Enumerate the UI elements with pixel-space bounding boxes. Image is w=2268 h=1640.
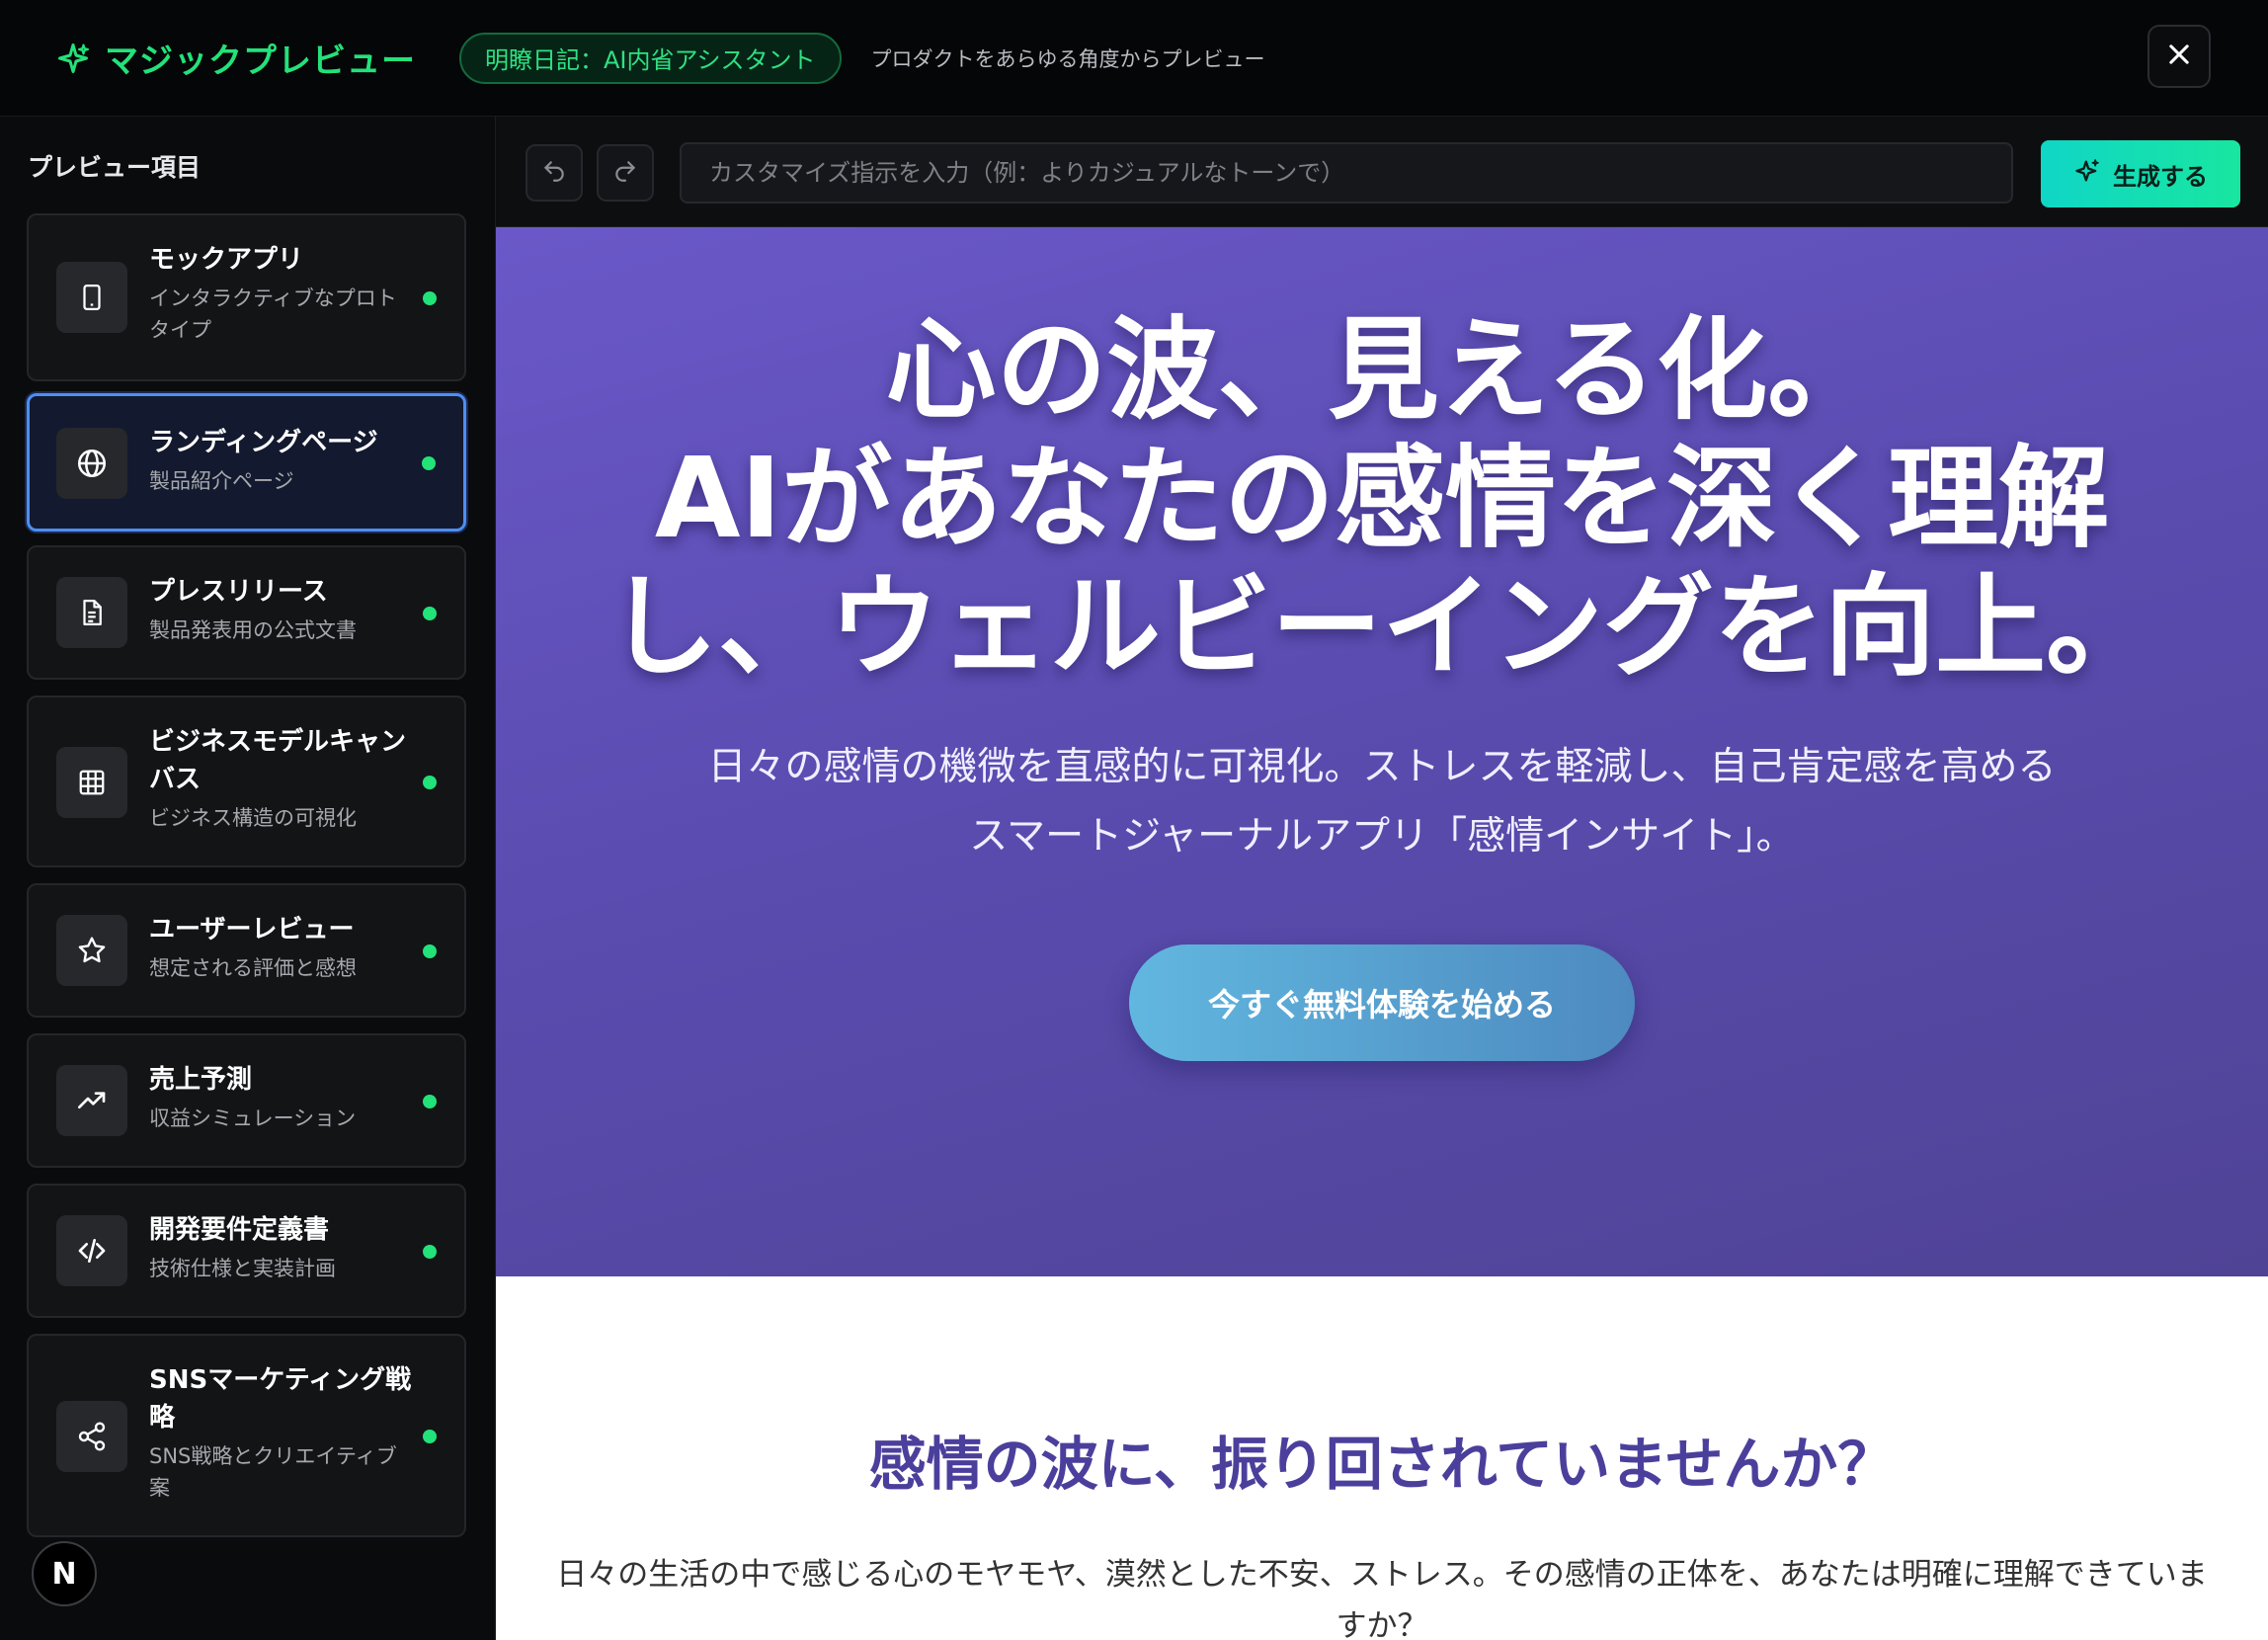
close-button[interactable] xyxy=(2147,25,2211,88)
hero-title-line: AIがあなたの感情を深く理解 xyxy=(654,435,2110,563)
brand: マジックプレビュー xyxy=(53,34,416,82)
sidebar-item-label: 開発要件定義書 xyxy=(149,1215,330,1245)
sidebar-item-press-release[interactable]: プレスリリース 製品発表用の公式文書 xyxy=(27,545,466,680)
section-body-line: 日々の生活の中で感じる心のモヤモヤ、漠然とした不安、ストレス。その感情の正体を、… xyxy=(556,1557,2208,1593)
sparkle-icon xyxy=(2073,157,2113,191)
project-badge: 明瞭日記：AI内省アシスタント xyxy=(459,32,842,84)
sidebar-item-label: SNSマーケティング戦略 xyxy=(149,1365,412,1433)
hero-section: 心の波、見える化。 AIがあなたの感情を深く理解 し、ウェルビーイングを向上。 … xyxy=(496,227,2268,1276)
app-title: マジックプレビュー xyxy=(105,41,416,81)
sidebar-item-requirements-doc[interactable]: 開発要件定義書 技術仕様と実装計画 xyxy=(27,1184,466,1318)
sidebar-item-desc: 収益シミュレーション xyxy=(149,1107,357,1130)
status-dot xyxy=(423,1430,437,1443)
sidebar-item-desc: 製品発表用の公式文書 xyxy=(149,618,357,642)
phone-icon xyxy=(56,262,127,333)
sidebar-item-label: プレスリリース xyxy=(149,577,328,607)
sidebar-item-desc: インタラクティブなプロトタイプ xyxy=(149,287,397,342)
app-header: マジックプレビュー 明瞭日記：AI内省アシスタント プロダクトをあらゆる角度から… xyxy=(0,0,2268,117)
customize-input[interactable] xyxy=(680,142,2013,204)
sidebar-item-label: 売上予測 xyxy=(149,1065,253,1095)
sidebar-title: プレビュー項目 xyxy=(28,153,202,182)
hero-subtitle-line: 日々の感情の機微を直感的に可視化。ストレスを軽減し、自己肯定感を高める xyxy=(707,745,2057,789)
section-body-line: すか？ xyxy=(1336,1608,1428,1640)
sidebar-item-user-reviews[interactable]: ユーザーレビュー 想定される評価と感想 xyxy=(27,883,466,1018)
toolbar: 生成する xyxy=(496,117,2268,227)
close-icon xyxy=(2165,41,2193,72)
grid-icon xyxy=(56,747,127,818)
sparkle-icon xyxy=(53,39,93,78)
code-icon xyxy=(56,1215,127,1286)
generate-label: 生成する xyxy=(2113,162,2208,191)
cta-button[interactable]: 今すぐ無料体験を始める xyxy=(1129,944,1635,1061)
hero-title: 心の波、見える化。 AIがあなたの感情を深く理解 し、ウェルビーイングを向上。 xyxy=(575,306,2189,692)
header-subtitle: プロダクトをあらゆる角度からプレビュー xyxy=(870,46,1265,71)
trending-up-icon xyxy=(56,1065,127,1136)
status-dot xyxy=(423,944,437,958)
status-dot xyxy=(423,776,437,789)
sidebar-item-mock-app[interactable]: モックアプリ インタラクティブなプロトタイプ xyxy=(27,213,466,381)
sidebar-item-desc: ビジネス構造の可視化 xyxy=(149,806,357,830)
share-icon xyxy=(56,1401,127,1472)
sidebar-item-sales-forecast[interactable]: 売上予測 収益シミュレーション xyxy=(27,1033,466,1168)
document-icon xyxy=(56,577,127,648)
sidebar-item-label: ビジネスモデルキャンバス xyxy=(149,727,407,794)
hero-subtitle-line: スマートジャーナルアプリ「感情インサイト」。 xyxy=(969,814,1795,859)
status-dot xyxy=(423,607,437,620)
section-body: 日々の生活の中で感じる心のモヤモヤ、漠然とした不安、ストレス。その感情の正体を、… xyxy=(535,1549,2228,1640)
status-dot xyxy=(423,1245,437,1259)
status-dot xyxy=(422,456,436,470)
undo-button[interactable] xyxy=(526,144,583,202)
hero-title-line: 心の波、見える化。 xyxy=(885,306,1879,435)
undo-icon xyxy=(541,158,567,188)
sidebar: プレビュー項目 モックアプリ インタラクティブなプロトタイプ ランディングページ… xyxy=(0,117,496,1640)
sidebar-item-desc: SNS戦略とクリエイティブ案 xyxy=(149,1444,397,1500)
sidebar-item-label: ユーザーレビュー xyxy=(149,915,355,944)
sidebar-item-business-model-canvas[interactable]: ビジネスモデルキャンバス ビジネス構造の可視化 xyxy=(27,696,466,867)
sidebar-item-desc: 技術仕様と実装計画 xyxy=(149,1257,336,1280)
generate-button[interactable]: 生成する xyxy=(2041,140,2240,207)
landing-page-preview: 心の波、見える化。 AIがあなたの感情を深く理解 し、ウェルビーイングを向上。 … xyxy=(496,227,2268,1640)
star-icon xyxy=(56,915,127,986)
status-dot xyxy=(423,291,437,305)
redo-icon xyxy=(612,158,638,188)
sidebar-item-label: ランディングページ xyxy=(149,428,378,457)
hero-title-line: し、ウェルビーイングを向上。 xyxy=(608,563,2156,692)
sidebar-item-landing-page[interactable]: ランディングページ 製品紹介ページ xyxy=(27,393,466,532)
globe-icon xyxy=(56,428,127,499)
sidebar-item-desc: 製品紹介ページ xyxy=(149,469,294,493)
sidebar-item-desc: 想定される評価と感想 xyxy=(149,956,357,980)
section-title: 感情の波に、振り回されていませんか？ xyxy=(868,1431,1896,1498)
hero-subtitle: 日々の感情の機微を直感的に可視化。ストレスを軽減し、自己肯定感を高める スマート… xyxy=(595,733,2169,871)
redo-button[interactable] xyxy=(597,144,654,202)
sidebar-item-label: モックアプリ xyxy=(149,245,304,275)
sidebar-item-sns-strategy[interactable]: SNSマーケティング戦略 SNS戦略とクリエイティブ案 xyxy=(27,1334,466,1537)
status-dot xyxy=(423,1095,437,1108)
avatar[interactable]: N xyxy=(32,1541,97,1606)
